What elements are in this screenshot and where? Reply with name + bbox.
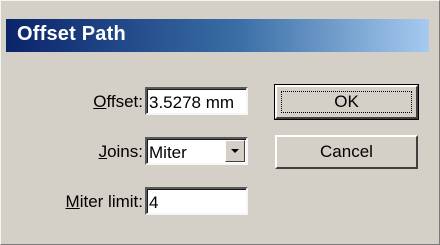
joins-selected-value: Miter [149,143,187,162]
offset-path-dialog: Offset Path Offset: 3.5278 mm Joins: Mit… [0,0,440,245]
chevron-down-icon [231,149,239,153]
miter-limit-input[interactable]: 4 [145,187,248,215]
dialog-title: Offset Path [17,23,126,45]
cancel-button[interactable]: Cancel [275,135,418,169]
ok-button-label: OK [334,92,359,111]
title-bar[interactable]: Offset Path [6,19,429,52]
joins-dropdown-button[interactable] [225,140,245,162]
miter-limit-label: Miter limit: [65,192,143,211]
cancel-button-label: Cancel [320,142,373,161]
ok-button[interactable]: OK [274,84,419,120]
offset-input[interactable]: 3.5278 mm [145,87,248,115]
joins-label: Joins: [98,142,143,161]
joins-select[interactable]: Miter [145,137,248,165]
offset-label: Offset: [93,92,143,111]
